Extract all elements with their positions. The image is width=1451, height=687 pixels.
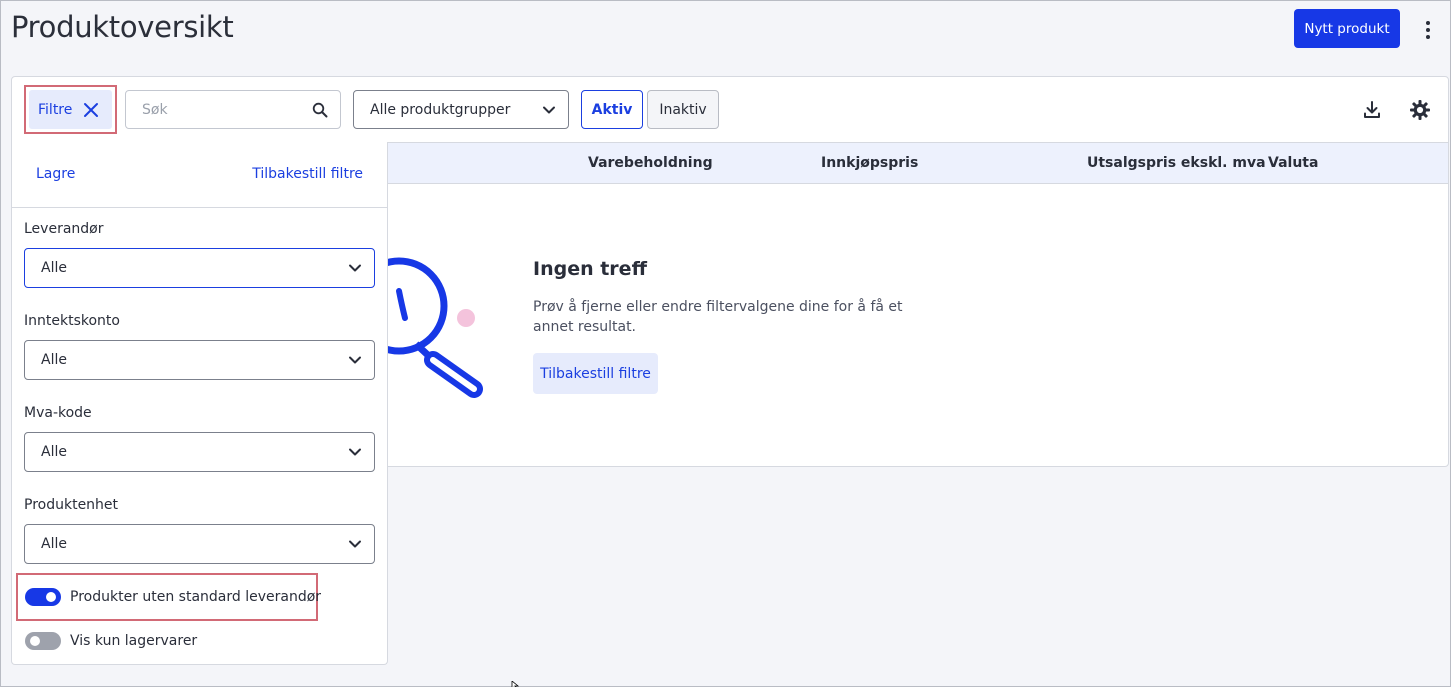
divider	[12, 207, 387, 208]
gear-icon[interactable]	[1409, 99, 1431, 121]
product-group-select[interactable]: Alle produktgrupper	[353, 90, 569, 129]
empty-state-text: Prøv å fjerne eller endre filtervalgene …	[533, 299, 903, 335]
reset-filters-link[interactable]: Tilbakestill filtre	[252, 166, 363, 182]
toggle-label: Vis kun lagervarer	[70, 633, 198, 649]
filter-toggle-highlight: Filtre	[24, 85, 117, 134]
download-icon[interactable]	[1362, 100, 1382, 120]
tab-inaktiv[interactable]: Inaktiv	[647, 90, 719, 129]
toggle-no-default-supplier[interactable]: Produkter uten standard leverandør	[25, 588, 321, 606]
supplier-value: Alle	[41, 260, 67, 276]
product-unit-select[interactable]: Alle	[24, 524, 375, 564]
chevron-down-icon	[349, 356, 361, 364]
new-product-button[interactable]: Nytt produkt	[1294, 9, 1400, 48]
column-header[interactable]: Utsalgspris ekskl. mva	[1087, 155, 1266, 171]
chevron-down-icon	[349, 264, 361, 272]
reset-filters-button[interactable]: Tilbakestill filtre	[533, 353, 658, 394]
vat-code-value: Alle	[41, 444, 67, 460]
toggle-switch-off[interactable]	[25, 632, 61, 650]
vat-code-label: Mva-kode	[24, 405, 92, 421]
product-group-value: Alle produktgrupper	[370, 101, 511, 118]
chevron-down-icon	[543, 106, 555, 113]
more-options-icon[interactable]	[1417, 19, 1439, 41]
magnifier-illustration	[371, 257, 483, 398]
search-box[interactable]	[125, 90, 341, 129]
table-header: Varebeholdning Innkjøpspris Utsalgspris …	[387, 142, 1448, 184]
save-filters-link[interactable]: Lagre	[36, 166, 75, 182]
column-header[interactable]: Varebeholdning	[588, 155, 713, 171]
close-icon[interactable]	[83, 102, 99, 118]
search-input[interactable]	[142, 101, 302, 118]
toggle-label: Produkter uten standard leverandør	[70, 589, 322, 605]
supplier-select[interactable]: Alle	[24, 248, 375, 288]
chevron-down-icon	[349, 448, 361, 456]
vat-code-select[interactable]: Alle	[24, 432, 375, 472]
income-account-label: Inntektskonto	[24, 313, 120, 329]
column-header[interactable]: Innkjøpspris	[821, 155, 918, 171]
product-unit-label: Produktenhet	[24, 497, 119, 513]
tab-aktiv[interactable]: Aktiv	[581, 90, 643, 129]
product-unit-value: Alle	[41, 536, 67, 552]
income-account-value: Alle	[41, 352, 67, 368]
toggle-switch-on[interactable]	[25, 588, 61, 606]
page-title: Produktoversikt	[11, 10, 234, 44]
filter-panel: Lagre Tilbakestill filtre Leverandør All…	[11, 142, 388, 665]
chevron-down-icon	[349, 540, 361, 548]
income-account-select[interactable]: Alle	[24, 340, 375, 380]
toggle-stock-items-only[interactable]: Vis kun lagervarer	[25, 632, 197, 650]
mouse-cursor-icon	[511, 681, 520, 687]
filter-toggle-button[interactable]: Filtre	[29, 90, 112, 129]
supplier-label: Leverandør	[24, 221, 104, 237]
search-icon[interactable]	[312, 102, 328, 118]
filter-toggle-label: Filtre	[38, 101, 73, 118]
column-header[interactable]: Valuta	[1268, 155, 1318, 171]
empty-state-title: Ingen treff	[533, 258, 647, 280]
